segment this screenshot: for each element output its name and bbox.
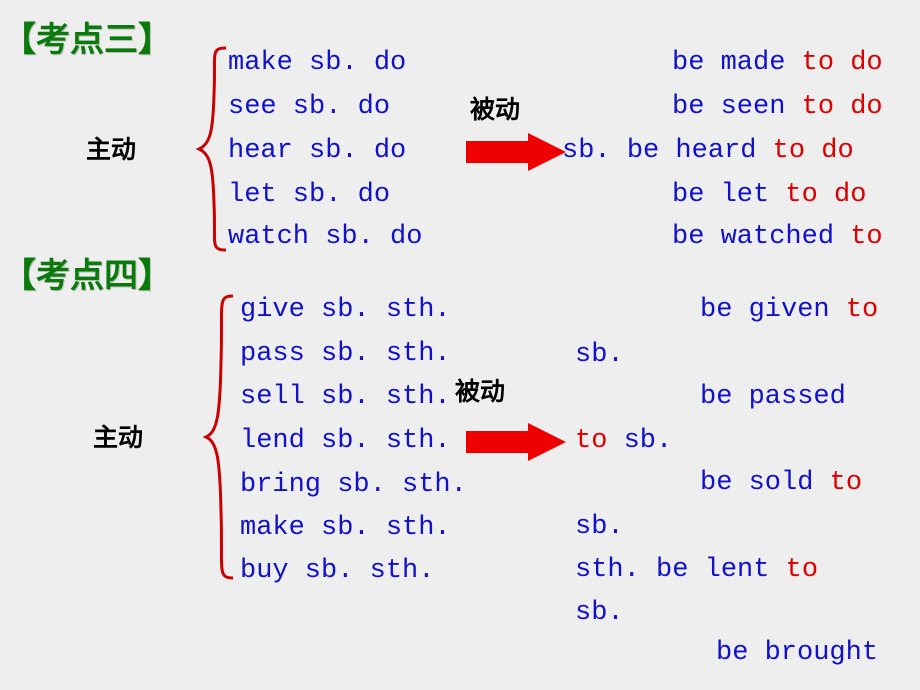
slide-canvas: 【考点三】 主动 被动 make sb. do see sb. do hear …: [0, 0, 920, 690]
passive-line-1-1-accent: to do: [801, 48, 883, 78]
passive-line-1-2: be seen to do: [672, 92, 883, 122]
active-line-2-3: sell sb. sth.: [240, 382, 451, 412]
passive-line-2-5-accent: to: [829, 468, 863, 498]
passive-line-2-1: be given to: [700, 295, 878, 325]
active-line-1-1: make sb. do: [228, 48, 407, 78]
passive-line-2-7: sth. be lent to: [575, 555, 818, 585]
passive-line-1-2-main: be seen: [672, 92, 802, 122]
arrow-right-2: [466, 423, 566, 461]
section-heading-3: 【考点三】: [2, 21, 172, 59]
passive-line-1-2-accent: to do: [801, 92, 883, 122]
passive-line-2-4: to sb.: [575, 426, 672, 456]
label-passive-1: 被动: [470, 96, 521, 124]
active-line-1-5: watch sb. do: [228, 222, 423, 252]
passive-line-1-5: be watched to: [672, 222, 883, 252]
arrow-right-1: [466, 133, 566, 171]
passive-line-2-4-accent: to: [575, 426, 608, 456]
active-line-2-4: lend sb. sth.: [240, 426, 451, 456]
curly-brace-1: [196, 44, 230, 254]
passive-line-1-3-main: be heard: [626, 136, 773, 166]
curly-brace-2: [203, 292, 237, 582]
passive-line-2-7-prefix: sth.: [575, 555, 657, 585]
label-active-1: 主动: [86, 136, 137, 164]
active-line-2-5: bring sb. sth.: [240, 470, 467, 500]
active-line-2-2: pass sb. sth.: [240, 339, 451, 369]
passive-line-2-6: sb.: [575, 512, 624, 542]
passive-line-1-1: be made to do: [672, 48, 883, 78]
passive-line-1-5-main: be watched: [672, 222, 851, 252]
active-line-2-1: give sb. sth.: [240, 295, 451, 325]
passive-line-1-3-prefix: sb.: [562, 136, 627, 166]
passive-line-2-5: be sold to: [700, 468, 862, 498]
passive-line-1-4: be let to do: [672, 180, 866, 210]
label-passive-2: 被动: [455, 378, 506, 406]
passive-line-2-7-accent: to: [785, 555, 819, 585]
active-line-1-4: let sb. do: [228, 180, 391, 210]
passive-line-1-3-accent: to do: [772, 136, 854, 166]
passive-line-2-3: be passed: [700, 382, 846, 412]
passive-line-2-1-accent: to: [845, 295, 879, 325]
passive-line-2-7-main: be lent: [656, 555, 786, 585]
section-heading-4: 【考点四】: [2, 257, 172, 295]
passive-line-2-4-suffix: sb.: [607, 426, 673, 456]
label-active-2: 主动: [93, 424, 144, 452]
passive-line-1-5-accent: to: [850, 222, 883, 252]
active-line-2-6: make sb. sth.: [240, 513, 451, 543]
active-line-2-7: buy sb. sth.: [240, 556, 435, 586]
passive-line-2-2: sb.: [575, 340, 624, 370]
active-line-1-3: hear sb. do: [228, 136, 407, 166]
passive-line-2-1-main: be given: [700, 295, 846, 325]
passive-line-1-4-main: be let: [672, 180, 786, 210]
passive-line-1-1-main: be made: [672, 48, 802, 78]
passive-line-2-9: be brought: [716, 638, 879, 668]
passive-line-2-5-main: be sold: [700, 468, 830, 498]
active-line-1-2: see sb. do: [228, 92, 391, 122]
passive-line-1-4-accent: to do: [785, 180, 867, 210]
passive-line-2-8: sb.: [575, 598, 624, 628]
passive-line-1-3: sb. be heard to do: [562, 136, 854, 166]
